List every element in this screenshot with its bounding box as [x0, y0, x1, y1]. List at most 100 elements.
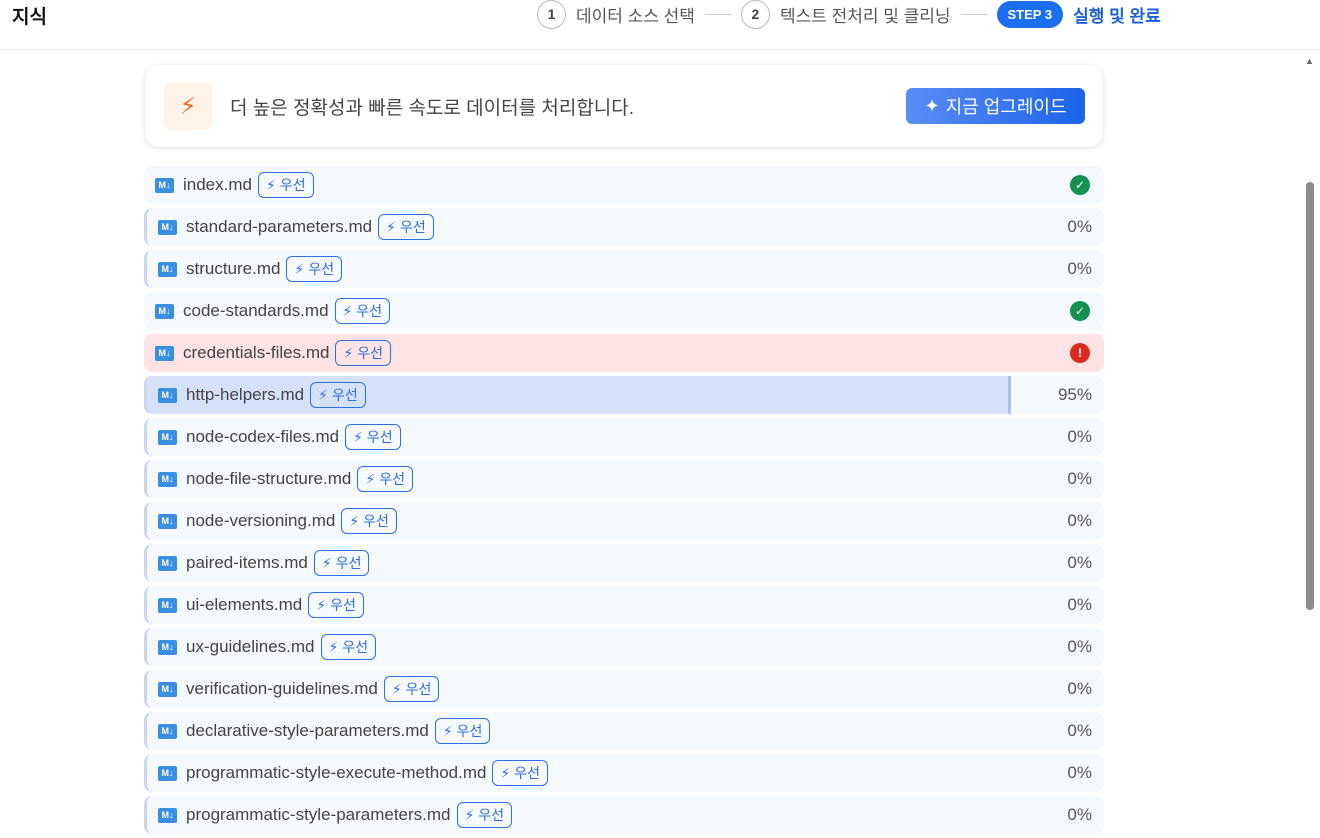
lightning-fast-icon: ⚡ [164, 82, 212, 130]
step-2-label[interactable]: 텍스트 전처리 및 클리닝 [780, 2, 951, 27]
step-1-label[interactable]: 데이터 소스 선택 [576, 2, 695, 27]
lightning-icon: ⚡ [321, 554, 332, 571]
progress-percent: 0% [1067, 259, 1092, 278]
lightning-icon: ⚡ [318, 386, 328, 403]
markdown-file-icon: M↓ [158, 681, 177, 697]
scrollbar[interactable]: ▲ [1300, 50, 1320, 814]
lightning-icon: ⚡ [386, 218, 396, 235]
priority-badge: ⚡ 우선 [310, 382, 366, 408]
step-2-number: 2 [740, 0, 770, 29]
progress-percent: 0% [1067, 511, 1092, 530]
file-name: node-codex-files.md [186, 427, 340, 446]
markdown-file-icon: M↓ [158, 555, 177, 571]
file-row[interactable]: M↓ index.md ⚡ 우선 ✓ [144, 166, 1104, 204]
step-3-label: 실행 및 완료 [1073, 6, 1161, 26]
file-row[interactable]: M↓ http-helpers.md ⚡ 우선 95% [144, 376, 1104, 414]
file-row[interactable]: M↓ node-codex-files.md ⚡ 우선 0% [144, 418, 1104, 456]
banner-text: 더 높은 정확성과 빠른 속도로 데이터를 처리합니다. [230, 98, 635, 119]
file-name: paired-items.md [186, 553, 308, 572]
lightning-icon: ⚡ [391, 680, 402, 697]
file-row[interactable]: M↓ node-versioning.md ⚡ 우선 0% [144, 502, 1104, 540]
file-name: ui-elements.md [186, 595, 303, 614]
file-name: node-versioning.md [186, 511, 336, 530]
file-row[interactable]: M↓ declarative-style-parameters.md ⚡ 우선 0% [144, 712, 1104, 750]
scroll-up-arrow-icon[interactable]: ▲ [1305, 56, 1314, 66]
check-circle-icon: ✓ [1070, 175, 1090, 195]
top-bar: 지식 1 데이터 소스 선택 2 텍스트 전처리 및 클리닝 STEP 3 실행… [0, 0, 1320, 50]
priority-badge: ⚡ 우선 [378, 214, 434, 240]
priority-badge: ⚡ 우선 [456, 802, 513, 828]
check-circle-icon: ✓ [1070, 301, 1090, 321]
file-name: credentials-files.md [183, 343, 330, 362]
progress-percent: 0% [1067, 763, 1092, 782]
priority-badge: ⚡ 우선 [383, 676, 440, 702]
stepper: 1 데이터 소스 선택 2 텍스트 전처리 및 클리닝 STEP 3 실행 및 … [537, 0, 1161, 29]
lightning-icon: ⚡ [365, 470, 376, 487]
file-name: programmatic-style-execute-method.md [186, 763, 487, 782]
priority-badge: ⚡ 우선 [308, 592, 364, 618]
markdown-file-icon: M↓ [158, 723, 177, 739]
lightning-icon: ⚡ [342, 302, 353, 319]
file-row[interactable]: M↓ node-file-structure.md ⚡ 우선 0% [144, 460, 1104, 498]
progress-percent: 0% [1067, 805, 1092, 824]
file-list: M↓ index.md ⚡ 우선 ✓ M↓ standard-parameters.md ⚡ 우… [144, 166, 1104, 838]
priority-badge: ⚡ 우선 [334, 298, 391, 324]
priority-badge: ⚡ 우선 [257, 172, 314, 198]
lightning-icon: ⚡ [265, 176, 276, 193]
file-row[interactable]: M↓ verification-guidelines.md ⚡ 우선 0% [144, 670, 1104, 708]
file-name: programmatic-style-parameters.md [186, 805, 451, 824]
lightning-icon: ⚡ [500, 764, 511, 781]
file-name: verification-guidelines.md [186, 679, 378, 698]
markdown-file-icon: M↓ [158, 765, 177, 781]
file-row[interactable]: M↓ structure.md ⚡ 우선 0% [144, 250, 1104, 288]
markdown-file-icon: M↓ [158, 219, 177, 235]
progress-percent: 0% [1067, 679, 1092, 698]
markdown-file-icon: M↓ [158, 597, 177, 613]
file-row[interactable]: M↓ code-standards.md ⚡ 우선 ✓ [144, 292, 1104, 330]
lightning-icon: ⚡ [328, 638, 339, 655]
markdown-file-icon: M↓ [155, 345, 174, 361]
progress-percent: 0% [1067, 553, 1092, 572]
file-name: index.md [183, 175, 252, 194]
step-3-badge: STEP 3 [996, 0, 1064, 28]
markdown-file-icon: M↓ [158, 429, 177, 445]
lightning-icon: ⚡ [294, 260, 305, 277]
lightning-icon: ⚡ [442, 722, 453, 739]
file-row[interactable]: M↓ programmatic-style-parameters.md ⚡ 우선 0% [144, 796, 1104, 834]
priority-badge: ⚡ 우선 [492, 760, 549, 786]
file-row[interactable]: M↓ programmatic-style-execute-method.md ⚡ 우… [144, 754, 1104, 792]
error-circle-icon[interactable]: ! [1070, 343, 1090, 363]
scrollbar-thumb[interactable] [1306, 182, 1314, 610]
markdown-file-icon: M↓ [158, 513, 177, 529]
file-name: standard-parameters.md [186, 217, 373, 236]
file-row[interactable]: M↓ credentials-files.md ⚡ 우선! [144, 334, 1104, 372]
file-name: declarative-style-parameters.md [186, 721, 429, 740]
priority-badge: ⚡ 우선 [313, 550, 370, 576]
file-row[interactable]: M↓ ux-guidelines.md ⚡ 우선 0% [144, 628, 1104, 666]
progress-percent: 0% [1067, 721, 1092, 740]
markdown-file-icon: M↓ [158, 261, 177, 277]
priority-badge: ⚡ 우선 [345, 424, 401, 450]
priority-badge: ⚡ 우선 [286, 256, 343, 282]
lightning-icon: ⚡ [316, 596, 327, 613]
lightning-icon: ⚡ [353, 428, 363, 445]
upgrade-now-button[interactable]: ✦ 지금 업그레이드 [906, 88, 1085, 124]
progress-percent: 0% [1067, 595, 1092, 614]
file-row[interactable]: M↓ standard-parameters.md ⚡ 우선 0% [144, 208, 1104, 246]
upgrade-label: 지금 업그레이드 [945, 97, 1067, 117]
priority-badge: ⚡ 우선 [320, 634, 377, 660]
file-row[interactable]: M↓ ui-elements.md ⚡ 우선 0% [144, 586, 1104, 624]
step-1-number: 1 [537, 0, 566, 29]
file-name: node-file-structure.md [186, 469, 352, 488]
upgrade-banner: ⚡ 더 높은 정확성과 빠른 속도로 데이터를 처리합니다. ✦ 지금 업그레이드 [145, 65, 1103, 147]
file-name: structure.md [186, 259, 281, 278]
sparkle-icon: ✦ [924, 95, 940, 116]
lightning-icon: ⚡ [349, 512, 360, 529]
markdown-file-icon: M↓ [158, 387, 177, 403]
priority-badge: ⚡ 우선 [335, 340, 392, 366]
file-name: http-helpers.md [186, 385, 305, 404]
file-row[interactable]: M↓ paired-items.md ⚡ 우선 0% [144, 544, 1104, 582]
markdown-file-icon: M↓ [158, 639, 177, 655]
priority-badge: ⚡ 우선 [434, 718, 491, 744]
step-divider [704, 13, 731, 15]
